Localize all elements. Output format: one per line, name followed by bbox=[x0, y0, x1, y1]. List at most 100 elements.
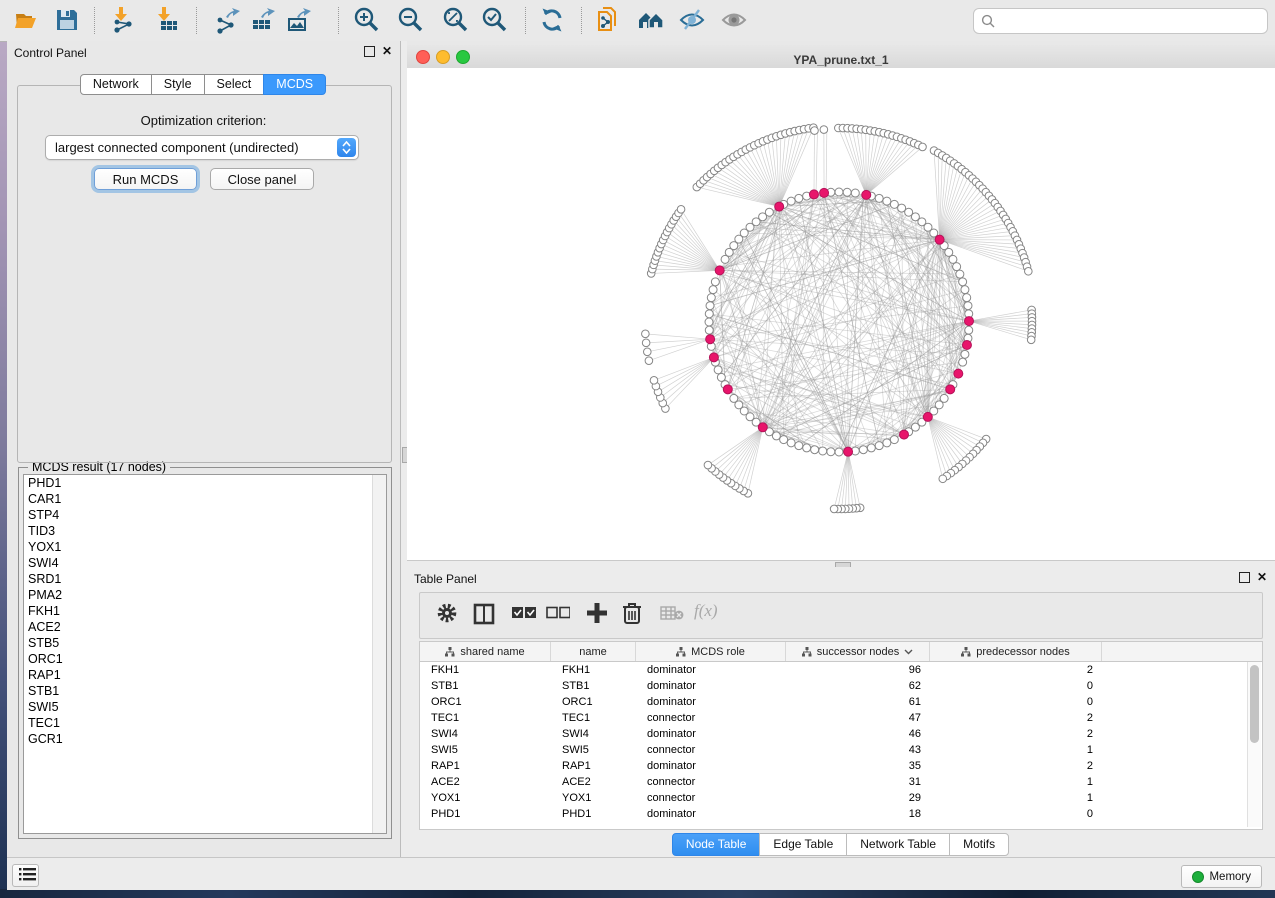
cell-mcds-role[interactable]: connector bbox=[636, 790, 786, 806]
mcds-result-item[interactable]: SWI5 bbox=[24, 699, 386, 715]
mcds-result-item[interactable]: YOX1 bbox=[24, 539, 386, 555]
graph-edge[interactable] bbox=[719, 427, 763, 474]
graph-hub-node[interactable] bbox=[709, 353, 718, 362]
duplicate-network-button[interactable] bbox=[593, 5, 623, 35]
graph-edge[interactable] bbox=[866, 137, 897, 195]
table-scrollbar-thumb[interactable] bbox=[1250, 665, 1259, 743]
graph-edge[interactable] bbox=[663, 357, 714, 403]
graph-node[interactable] bbox=[714, 366, 722, 374]
tab-motifs[interactable]: Motifs bbox=[949, 833, 1009, 856]
cell-mcds-role[interactable]: dominator bbox=[636, 806, 786, 822]
select-all-button[interactable] bbox=[512, 606, 536, 622]
hide-graphics-details-button[interactable] bbox=[677, 5, 707, 35]
cell-successor-nodes[interactable]: 96 bbox=[786, 662, 930, 678]
graph-node[interactable] bbox=[705, 318, 713, 326]
graph-edge[interactable] bbox=[679, 213, 720, 270]
graph-edge[interactable] bbox=[843, 128, 866, 195]
graph-hub-node[interactable] bbox=[946, 385, 955, 394]
cell-successor-nodes[interactable]: 46 bbox=[786, 726, 930, 742]
zoom-in-button[interactable] bbox=[351, 5, 381, 35]
table-row[interactable]: ACE2ACE2connector311 bbox=[420, 774, 1262, 790]
add-column-button[interactable] bbox=[586, 602, 608, 627]
graph-edge[interactable] bbox=[857, 129, 867, 195]
zoom-out-button[interactable] bbox=[395, 5, 425, 35]
tab-node-table[interactable]: Node Table bbox=[672, 833, 761, 856]
graph-node[interactable] bbox=[706, 302, 714, 310]
mcds-result-item[interactable]: SWI4 bbox=[24, 555, 386, 571]
graph-edge[interactable] bbox=[654, 357, 714, 380]
graph-satellite-node[interactable] bbox=[811, 127, 819, 135]
graph-node[interactable] bbox=[835, 448, 843, 456]
cell-predecessor-nodes[interactable]: 2 bbox=[930, 758, 1102, 774]
graph-satellite-node[interactable] bbox=[939, 475, 947, 483]
cell-name[interactable]: SWI4 bbox=[551, 726, 636, 742]
graph-node[interactable] bbox=[875, 194, 883, 202]
cell-shared-name[interactable]: YOX1 bbox=[420, 790, 551, 806]
export-network-button[interactable] bbox=[213, 5, 243, 35]
cell-predecessor-nodes[interactable]: 0 bbox=[930, 806, 1102, 822]
graph-hub-node[interactable] bbox=[962, 341, 971, 350]
graph-node[interactable] bbox=[875, 442, 883, 450]
cell-shared-name[interactable]: ACE2 bbox=[420, 774, 551, 790]
graph-hub-node[interactable] bbox=[964, 317, 973, 326]
graph-edge[interactable] bbox=[651, 270, 720, 273]
task-history-button[interactable] bbox=[12, 864, 39, 887]
graph-node[interactable] bbox=[705, 310, 713, 318]
cell-shared-name[interactable]: FKH1 bbox=[420, 662, 551, 678]
float-panel-icon[interactable] bbox=[364, 46, 375, 57]
search-input[interactable] bbox=[999, 11, 1267, 31]
mcds-result-item[interactable]: ACE2 bbox=[24, 619, 386, 635]
close-panel-icon[interactable]: ✕ bbox=[382, 47, 392, 56]
cell-shared-name[interactable]: RAP1 bbox=[420, 758, 551, 774]
cell-name[interactable]: STB1 bbox=[551, 678, 636, 694]
graph-node[interactable] bbox=[843, 188, 851, 196]
graph-satellite-node[interactable] bbox=[1025, 267, 1033, 275]
graph-hub-node[interactable] bbox=[723, 385, 732, 394]
graph-node[interactable] bbox=[707, 294, 715, 302]
mcds-result-item[interactable]: RAP1 bbox=[24, 667, 386, 683]
column-header-successor-nodes[interactable]: successor nodes bbox=[786, 642, 930, 661]
cell-successor-nodes[interactable]: 31 bbox=[786, 774, 930, 790]
mcds-list-scrollbar[interactable] bbox=[372, 475, 386, 833]
cell-successor-nodes[interactable]: 47 bbox=[786, 710, 930, 726]
graph-node[interactable] bbox=[961, 286, 969, 294]
graph-edge[interactable] bbox=[969, 321, 1031, 336]
graph-hub-node[interactable] bbox=[954, 369, 963, 378]
graph-edge[interactable] bbox=[848, 452, 860, 508]
table-scrollbar[interactable] bbox=[1247, 662, 1261, 827]
graph-node[interactable] bbox=[709, 286, 717, 294]
overview-button[interactable] bbox=[636, 5, 666, 35]
graph-edge[interactable] bbox=[866, 141, 910, 194]
cell-predecessor-nodes[interactable]: 1 bbox=[930, 774, 1102, 790]
column-header-MCDS-role[interactable]: MCDS role bbox=[636, 642, 786, 661]
graph-node[interactable] bbox=[795, 194, 803, 202]
graph-edge[interactable] bbox=[727, 427, 763, 480]
graph-hub-node[interactable] bbox=[900, 430, 909, 439]
graph-edge[interactable] bbox=[826, 130, 827, 193]
mcds-result-item[interactable]: PHD1 bbox=[24, 475, 386, 491]
mcds-result-item[interactable]: STB1 bbox=[24, 683, 386, 699]
float-panel-icon[interactable] bbox=[1239, 572, 1250, 583]
graph-hub-node[interactable] bbox=[715, 266, 724, 275]
cell-successor-nodes[interactable]: 61 bbox=[786, 694, 930, 710]
mcds-result-item[interactable]: STP4 bbox=[24, 507, 386, 523]
graph-node[interactable] bbox=[890, 200, 898, 208]
graph-node[interactable] bbox=[827, 448, 835, 456]
table-row[interactable]: PHD1PHD1dominator180 bbox=[420, 806, 1262, 822]
graph-node[interactable] bbox=[717, 373, 725, 381]
graph-node[interactable] bbox=[730, 394, 738, 402]
cell-predecessor-nodes[interactable]: 1 bbox=[930, 742, 1102, 758]
cell-successor-nodes[interactable]: 43 bbox=[786, 742, 930, 758]
graph-hub-node[interactable] bbox=[923, 412, 932, 421]
table-row[interactable]: ORC1ORC1dominator610 bbox=[420, 694, 1262, 710]
table-row[interactable]: TEC1TEC1connector472 bbox=[420, 710, 1262, 726]
zoom-fit-button[interactable] bbox=[440, 5, 470, 35]
graph-hub-node[interactable] bbox=[758, 423, 767, 432]
graph-node[interactable] bbox=[959, 358, 967, 366]
cell-predecessor-nodes[interactable]: 2 bbox=[930, 710, 1102, 726]
cell-successor-nodes[interactable]: 29 bbox=[786, 790, 930, 806]
tab-edge-table[interactable]: Edge Table bbox=[759, 833, 847, 856]
graph-satellite-node[interactable] bbox=[820, 126, 828, 134]
cell-successor-nodes[interactable]: 62 bbox=[786, 678, 930, 694]
cell-mcds-role[interactable]: dominator bbox=[636, 726, 786, 742]
